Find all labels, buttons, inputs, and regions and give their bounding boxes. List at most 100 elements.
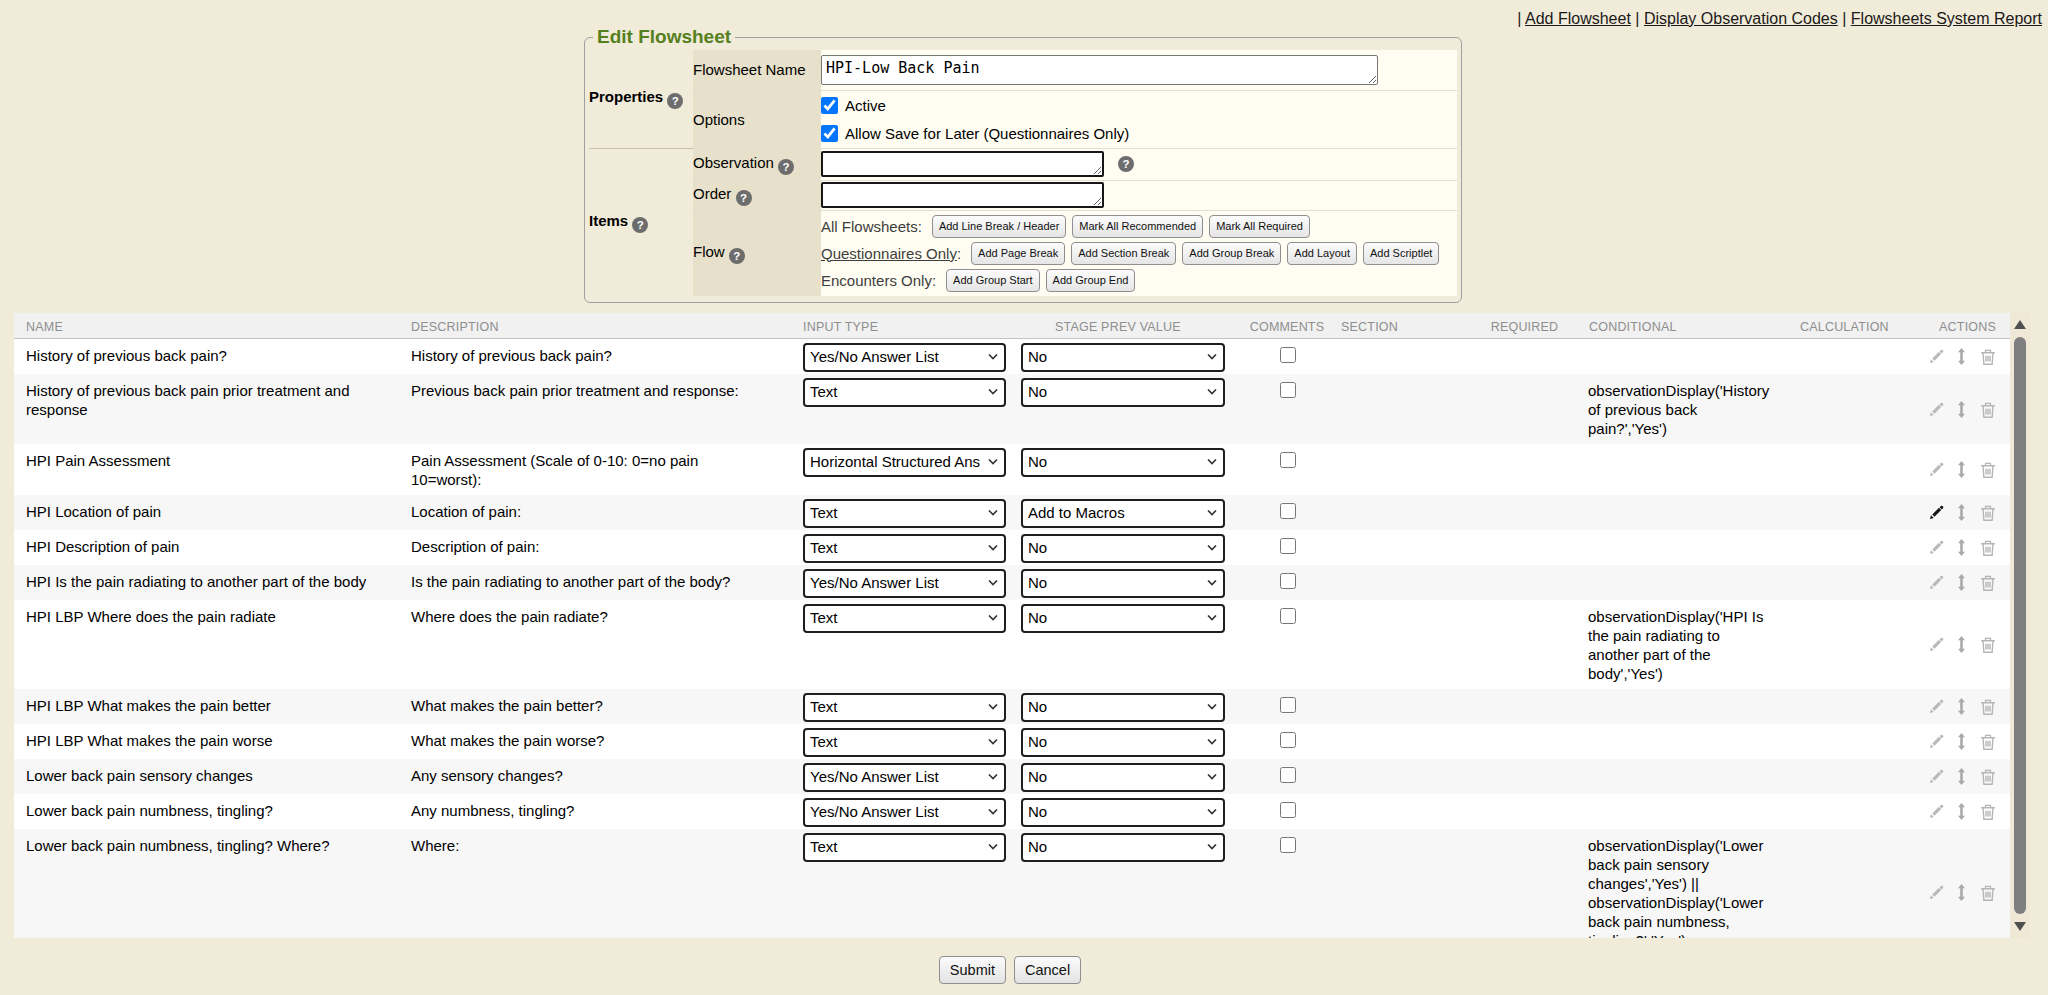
- reorder-row-button[interactable]: [1954, 733, 1971, 750]
- delete-row-button[interactable]: [1980, 884, 1997, 901]
- edit-row-button[interactable]: [1928, 636, 1945, 653]
- input-type-select[interactable]: Yes/No Answer List: [803, 798, 1006, 827]
- stage-prev-value-select[interactable]: No: [1021, 763, 1225, 792]
- edit-row-button[interactable]: [1928, 698, 1945, 715]
- edit-row-button[interactable]: [1928, 348, 1945, 365]
- scrollbar-thumb[interactable]: [2014, 337, 2026, 914]
- delete-row-button[interactable]: [1980, 461, 1997, 478]
- delete-row-button[interactable]: [1980, 636, 1997, 653]
- option-allow-save-for-later-questionnaires-only-[interactable]: Allow Save for Later (Questionnaires Onl…: [821, 120, 1457, 147]
- add-group-break-button[interactable]: Add Group Break: [1182, 242, 1281, 265]
- edit-row-button[interactable]: [1928, 803, 1945, 820]
- input-type-select[interactable]: Horizontal Structured Ans: [803, 448, 1006, 477]
- comments-checkbox[interactable]: [1280, 452, 1296, 468]
- help-icon[interactable]: ?: [1118, 156, 1134, 172]
- input-type-select[interactable]: Yes/No Answer List: [803, 763, 1006, 792]
- comments-checkbox[interactable]: [1280, 697, 1296, 713]
- stage-prev-value-select[interactable]: Add to Macros: [1021, 499, 1225, 528]
- stage-prev-value-select[interactable]: No: [1021, 343, 1225, 372]
- stage-prev-value-select[interactable]: No: [1021, 378, 1225, 407]
- order-input[interactable]: [821, 182, 1104, 208]
- option-checkbox[interactable]: [821, 97, 838, 114]
- add-group-start-button[interactable]: Add Group Start: [946, 269, 1040, 292]
- edit-row-button[interactable]: [1928, 461, 1945, 478]
- input-type-select[interactable]: Yes/No Answer List: [803, 569, 1006, 598]
- top-link-add-flowsheet[interactable]: Add Flowsheet: [1525, 10, 1631, 27]
- add-scriptlet-button[interactable]: Add Scriptlet: [1363, 242, 1439, 265]
- help-icon[interactable]: ?: [729, 248, 745, 264]
- reorder-row-button[interactable]: [1954, 884, 1971, 901]
- reorder-row-button[interactable]: [1954, 504, 1971, 521]
- top-link-flowsheets-system-report[interactable]: Flowsheets System Report: [1851, 10, 2042, 27]
- comments-checkbox[interactable]: [1280, 837, 1296, 853]
- input-type-select[interactable]: Text: [803, 534, 1006, 563]
- input-type-select[interactable]: Text: [803, 604, 1006, 633]
- comments-checkbox[interactable]: [1280, 573, 1296, 589]
- cancel-button[interactable]: Cancel: [1014, 956, 1081, 984]
- help-icon[interactable]: ?: [778, 159, 794, 175]
- input-type-select[interactable]: Text: [803, 499, 1006, 528]
- add-layout-button[interactable]: Add Layout: [1287, 242, 1357, 265]
- reorder-row-button[interactable]: [1954, 574, 1971, 591]
- scroll-up-icon[interactable]: [2014, 320, 2026, 329]
- comments-checkbox[interactable]: [1280, 538, 1296, 554]
- edit-row-button[interactable]: [1928, 733, 1945, 750]
- input-type-select[interactable]: Yes/No Answer List: [803, 343, 1006, 372]
- edit-row-button[interactable]: [1928, 401, 1945, 418]
- delete-row-button[interactable]: [1980, 733, 1997, 750]
- add-page-break-button[interactable]: Add Page Break: [971, 242, 1065, 265]
- comments-checkbox[interactable]: [1280, 382, 1296, 398]
- reorder-row-button[interactable]: [1954, 348, 1971, 365]
- reorder-row-button[interactable]: [1954, 539, 1971, 556]
- help-icon[interactable]: ?: [667, 93, 683, 109]
- comments-checkbox[interactable]: [1280, 767, 1296, 783]
- reorder-row-button[interactable]: [1954, 636, 1971, 653]
- stage-prev-value-select[interactable]: No: [1021, 569, 1225, 598]
- stage-prev-value-select[interactable]: No: [1021, 448, 1225, 477]
- delete-row-button[interactable]: [1980, 803, 1997, 820]
- delete-row-button[interactable]: [1980, 539, 1997, 556]
- reorder-row-button[interactable]: [1954, 803, 1971, 820]
- stage-prev-value-select[interactable]: No: [1021, 534, 1225, 563]
- input-type-select[interactable]: Text: [803, 833, 1006, 862]
- edit-row-button[interactable]: [1928, 574, 1945, 591]
- observation-input[interactable]: [821, 151, 1104, 177]
- comments-checkbox[interactable]: [1280, 347, 1296, 363]
- delete-row-button[interactable]: [1980, 698, 1997, 715]
- add-group-end-button[interactable]: Add Group End: [1046, 269, 1136, 292]
- delete-row-button[interactable]: [1980, 504, 1997, 521]
- stage-prev-value-select[interactable]: No: [1021, 728, 1225, 757]
- submit-button[interactable]: Submit: [939, 956, 1006, 984]
- comments-checkbox[interactable]: [1280, 608, 1296, 624]
- delete-row-button[interactable]: [1980, 348, 1997, 365]
- add-section-break-button[interactable]: Add Section Break: [1071, 242, 1176, 265]
- flowsheet-name-input[interactable]: [821, 55, 1378, 85]
- delete-row-button[interactable]: [1980, 401, 1997, 418]
- stage-prev-value-select[interactable]: No: [1021, 693, 1225, 722]
- option-active[interactable]: Active: [821, 92, 1457, 119]
- mark-all-recommended-button[interactable]: Mark All Recommended: [1072, 215, 1203, 238]
- delete-row-button[interactable]: [1980, 574, 1997, 591]
- add-line-break-header-button[interactable]: Add Line Break / Header: [932, 215, 1066, 238]
- input-type-select[interactable]: Text: [803, 728, 1006, 757]
- comments-checkbox[interactable]: [1280, 732, 1296, 748]
- delete-row-button[interactable]: [1980, 768, 1997, 785]
- edit-row-button[interactable]: [1928, 884, 1945, 901]
- stage-prev-value-select[interactable]: No: [1021, 604, 1225, 633]
- reorder-row-button[interactable]: [1954, 698, 1971, 715]
- reorder-row-button[interactable]: [1954, 461, 1971, 478]
- stage-prev-value-select[interactable]: No: [1021, 798, 1225, 827]
- edit-row-button[interactable]: [1928, 504, 1945, 521]
- table-scrollbar[interactable]: [2010, 313, 2030, 938]
- help-icon[interactable]: ?: [632, 217, 648, 233]
- input-type-select[interactable]: Text: [803, 378, 1006, 407]
- scroll-down-icon[interactable]: [2014, 922, 2026, 931]
- option-checkbox[interactable]: [821, 125, 838, 142]
- top-link-display-observation-codes[interactable]: Display Observation Codes: [1644, 10, 1838, 27]
- comments-checkbox[interactable]: [1280, 802, 1296, 818]
- stage-prev-value-select[interactable]: No: [1021, 833, 1225, 862]
- reorder-row-button[interactable]: [1954, 401, 1971, 418]
- comments-checkbox[interactable]: [1280, 503, 1296, 519]
- input-type-select[interactable]: Text: [803, 693, 1006, 722]
- help-icon[interactable]: ?: [736, 190, 752, 206]
